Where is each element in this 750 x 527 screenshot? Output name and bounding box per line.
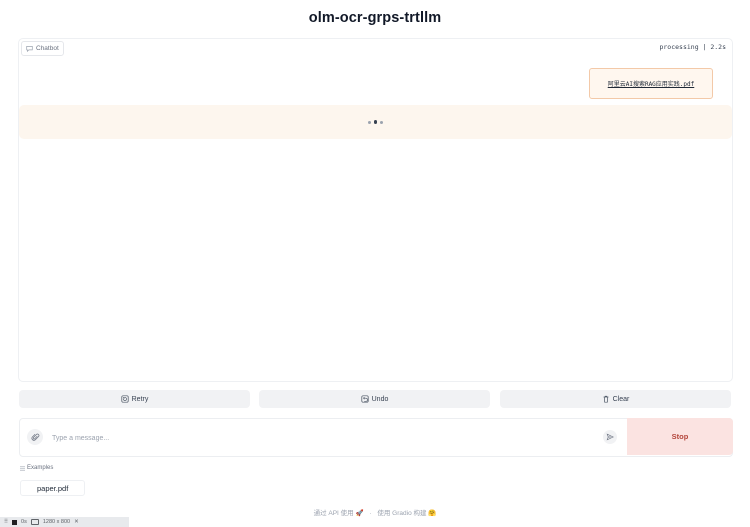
gradio-logo-icon: 🤗 xyxy=(428,510,437,517)
loading-dot xyxy=(367,120,371,124)
examples-label-text: Examples xyxy=(27,465,54,471)
chatbot-label: Chatbot xyxy=(21,41,64,56)
use-via-api-link[interactable]: 通过 API 使用 xyxy=(314,510,354,517)
app-title: olm-ocr-grps-trtllm xyxy=(308,10,442,26)
user-message: 阿里云AI搜索RAG应用实践.pdf xyxy=(589,68,713,99)
undo-icon xyxy=(361,395,369,403)
attach-button[interactable] xyxy=(27,429,43,445)
processing-status: processing | 2.2s xyxy=(659,43,726,51)
paperclip-icon xyxy=(31,433,39,441)
viewport-size: 1280 x 800 xyxy=(42,519,71,525)
grid-icon: ⠿ xyxy=(4,519,9,525)
list-icon xyxy=(20,466,25,470)
bot-pending-message xyxy=(19,105,732,139)
send-icon xyxy=(606,433,614,441)
stop-button[interactable]: Stop xyxy=(627,418,733,455)
chatbot-panel: Chatbot processing | 2.2s 阿里云AI搜索RAG应用实践… xyxy=(18,38,733,382)
undo-button[interactable]: Undo xyxy=(259,390,490,408)
rocket-icon: 🚀 xyxy=(355,510,364,517)
devtools-bar: ⠿ 0s 1280 x 800 ✕ xyxy=(0,517,129,527)
built-with-gradio-link[interactable]: 使用 Gradio 构建 xyxy=(377,510,426,517)
undo-label: Undo xyxy=(371,395,389,403)
footer-separator: · xyxy=(369,510,372,517)
retry-icon xyxy=(121,395,129,403)
trash-icon xyxy=(603,395,609,403)
clear-button[interactable]: Clear xyxy=(500,390,731,408)
loading-dot xyxy=(373,120,378,124)
chatbot-label-text: Chatbot xyxy=(36,45,59,52)
elapsed-time: 0s xyxy=(21,519,27,525)
examples-label: Examples xyxy=(20,465,53,471)
close-icon[interactable]: ✕ xyxy=(74,519,79,525)
camera-icon[interactable] xyxy=(30,519,39,525)
clear-label: Clear xyxy=(612,395,630,403)
footer: 通过 API 使用 🚀 · 使用 Gradio 构建 🤗 xyxy=(0,507,750,517)
uploaded-file-link[interactable]: 阿里云AI搜索RAG应用实践.pdf xyxy=(608,79,695,88)
loading-dot xyxy=(380,120,384,124)
example-item[interactable]: paper.pdf xyxy=(20,480,86,496)
record-icon[interactable] xyxy=(12,519,18,525)
chat-action-row: Retry Undo Clear xyxy=(19,390,731,408)
message-input[interactable] xyxy=(50,427,594,449)
chat-icon xyxy=(26,46,33,52)
message-input-row: Stop xyxy=(19,418,733,457)
send-button[interactable] xyxy=(603,430,617,444)
retry-button[interactable]: Retry xyxy=(19,390,250,408)
retry-label: Retry xyxy=(131,395,149,403)
